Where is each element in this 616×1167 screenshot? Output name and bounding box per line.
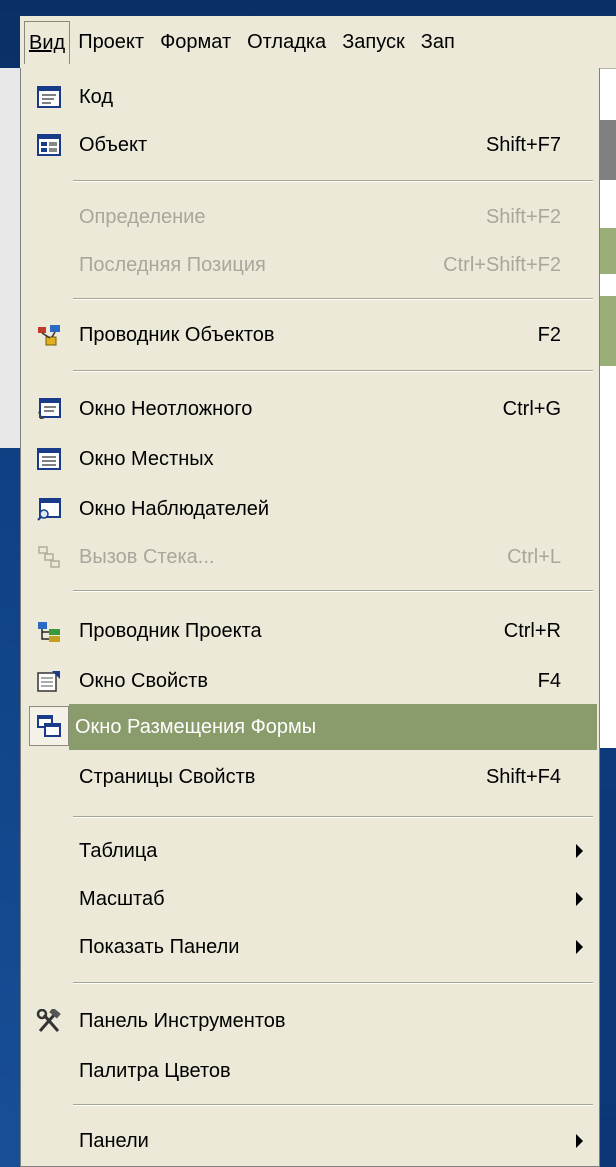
watch-window-icon [29,489,69,529]
form-layout-icon [29,706,69,746]
toolbox-icon [29,1001,69,1041]
menu-item-toolbox[interactable]: Панель Инструментов [25,998,597,1044]
menu-item-label: Окно Наблюдателей [79,497,270,520]
menu-item-shortcut: Shift+F4 [485,765,561,788]
menu-item-zoom[interactable]: Масштаб [25,876,597,922]
menu-item-shortcut: Ctrl+R [503,619,561,642]
menu-item-locals-window[interactable]: Окно Местных [25,436,597,482]
menu-item-properties-window[interactable]: Окно Свойств F4 [25,658,597,704]
menu-item-project-explorer[interactable]: Проводник Проекта Ctrl+R [25,608,597,654]
object-form-icon [29,125,69,165]
object-browser-icon [29,315,69,355]
menu-item-shortcut: Shift+F7 [485,133,561,156]
menu-item-label: Панели [79,1129,149,1152]
menu-item-label: Определение [79,205,206,228]
call-stack-icon [29,537,69,577]
menu-format[interactable]: Формат [152,20,239,64]
menu-item-label: Объект [79,133,148,156]
code-window-icon [29,77,69,117]
menu-item-label: Палитра Цветов [79,1059,231,1082]
submenu-arrow-icon [576,1134,583,1148]
menu-item-label: Масштаб [79,887,165,910]
menu-item-shortcut: Ctrl+L [507,545,561,568]
locals-window-icon [29,439,69,479]
background-window-edge-left [0,68,20,448]
menu-debug[interactable]: Отладка [239,20,334,64]
menu-item-shortcut: Shift+F2 [485,205,561,228]
menu-item-label: Окно Неотложного [79,397,253,420]
menu-item-label: Код [79,85,114,108]
project-explorer-icon [29,611,69,651]
menu-item-label: Окно Размещения Формы [75,715,317,738]
menu-item-object[interactable]: Объект Shift+F7 [25,122,597,168]
immediate-window-icon [29,389,69,429]
menu-run[interactable]: Запуск [334,20,413,64]
menu-item-toolbars[interactable]: Панели [25,1118,597,1164]
menu-project[interactable]: Проект [70,20,152,64]
menu-item-code[interactable]: Код [25,74,597,120]
menu-item-shortcut: F4 [537,669,561,692]
menu-item-call-stack[interactable]: Вызов Стека... Ctrl+L [25,534,597,580]
submenu-arrow-icon [576,940,583,954]
view-dropdown-menu: Код Объект Shift+F7 Определение Shift+F2… [20,68,600,1167]
background-window-titlebar [600,120,616,180]
submenu-arrow-icon [576,844,583,858]
menu-separator [73,180,593,182]
menu-item-table[interactable]: Таблица [25,828,597,874]
menu-separator [73,1104,593,1106]
menu-item-label: Страницы Свойств [79,765,256,788]
menu-item-label: Окно Свойств [79,669,208,692]
menu-item-definition[interactable]: Определение Shift+F2 [25,194,597,240]
menu-item-shortcut: Ctrl+G [502,397,561,420]
menu-bar: Вид Проект Формат Отладка Запуск Зап [20,16,616,69]
menu-item-label: Последняя Позиция [79,253,266,276]
menu-separator [73,982,593,984]
menu-item-label: Показать Панели [79,935,240,958]
menu-item-label: Окно Местных [79,447,214,470]
menu-item-color-palette[interactable]: Палитра Цветов [25,1048,597,1094]
menu-item-label: Таблица [79,839,158,862]
menu-item-property-pages[interactable]: Страницы Свойств Shift+F4 [25,754,597,800]
background-window-band [600,296,616,366]
menu-item-shortcut: Ctrl+Shift+F2 [443,253,561,276]
menu-item-last-position[interactable]: Последняя Позиция Ctrl+Shift+F2 [25,242,597,288]
menu-item-watch-window[interactable]: Окно Наблюдателей [25,486,597,532]
menu-item-show-panes[interactable]: Показать Панели [25,924,597,970]
menu-item-immediate-window[interactable]: Окно Неотложного Ctrl+G [25,386,597,432]
menu-view[interactable]: Вид [24,20,71,64]
menu-item-label: Проводник Проекта [79,619,262,642]
menu-item-shortcut: F2 [537,323,561,346]
menu-item-form-layout-window[interactable]: Окно Размещения Формы [69,704,597,750]
menu-query[interactable]: Зап [413,20,463,64]
menu-separator [73,590,593,592]
menu-separator [73,370,593,372]
menu-separator [73,298,593,300]
menu-item-object-browser[interactable]: Проводник Объектов F2 [25,312,597,358]
submenu-arrow-icon [576,892,583,906]
menu-item-label: Вызов Стека... [79,545,215,568]
menu-separator [73,816,593,818]
background-window-band [600,228,616,274]
menu-item-label: Панель Инструментов [79,1009,286,1032]
menu-item-label: Проводник Объектов [79,323,275,346]
properties-window-icon [29,661,69,701]
